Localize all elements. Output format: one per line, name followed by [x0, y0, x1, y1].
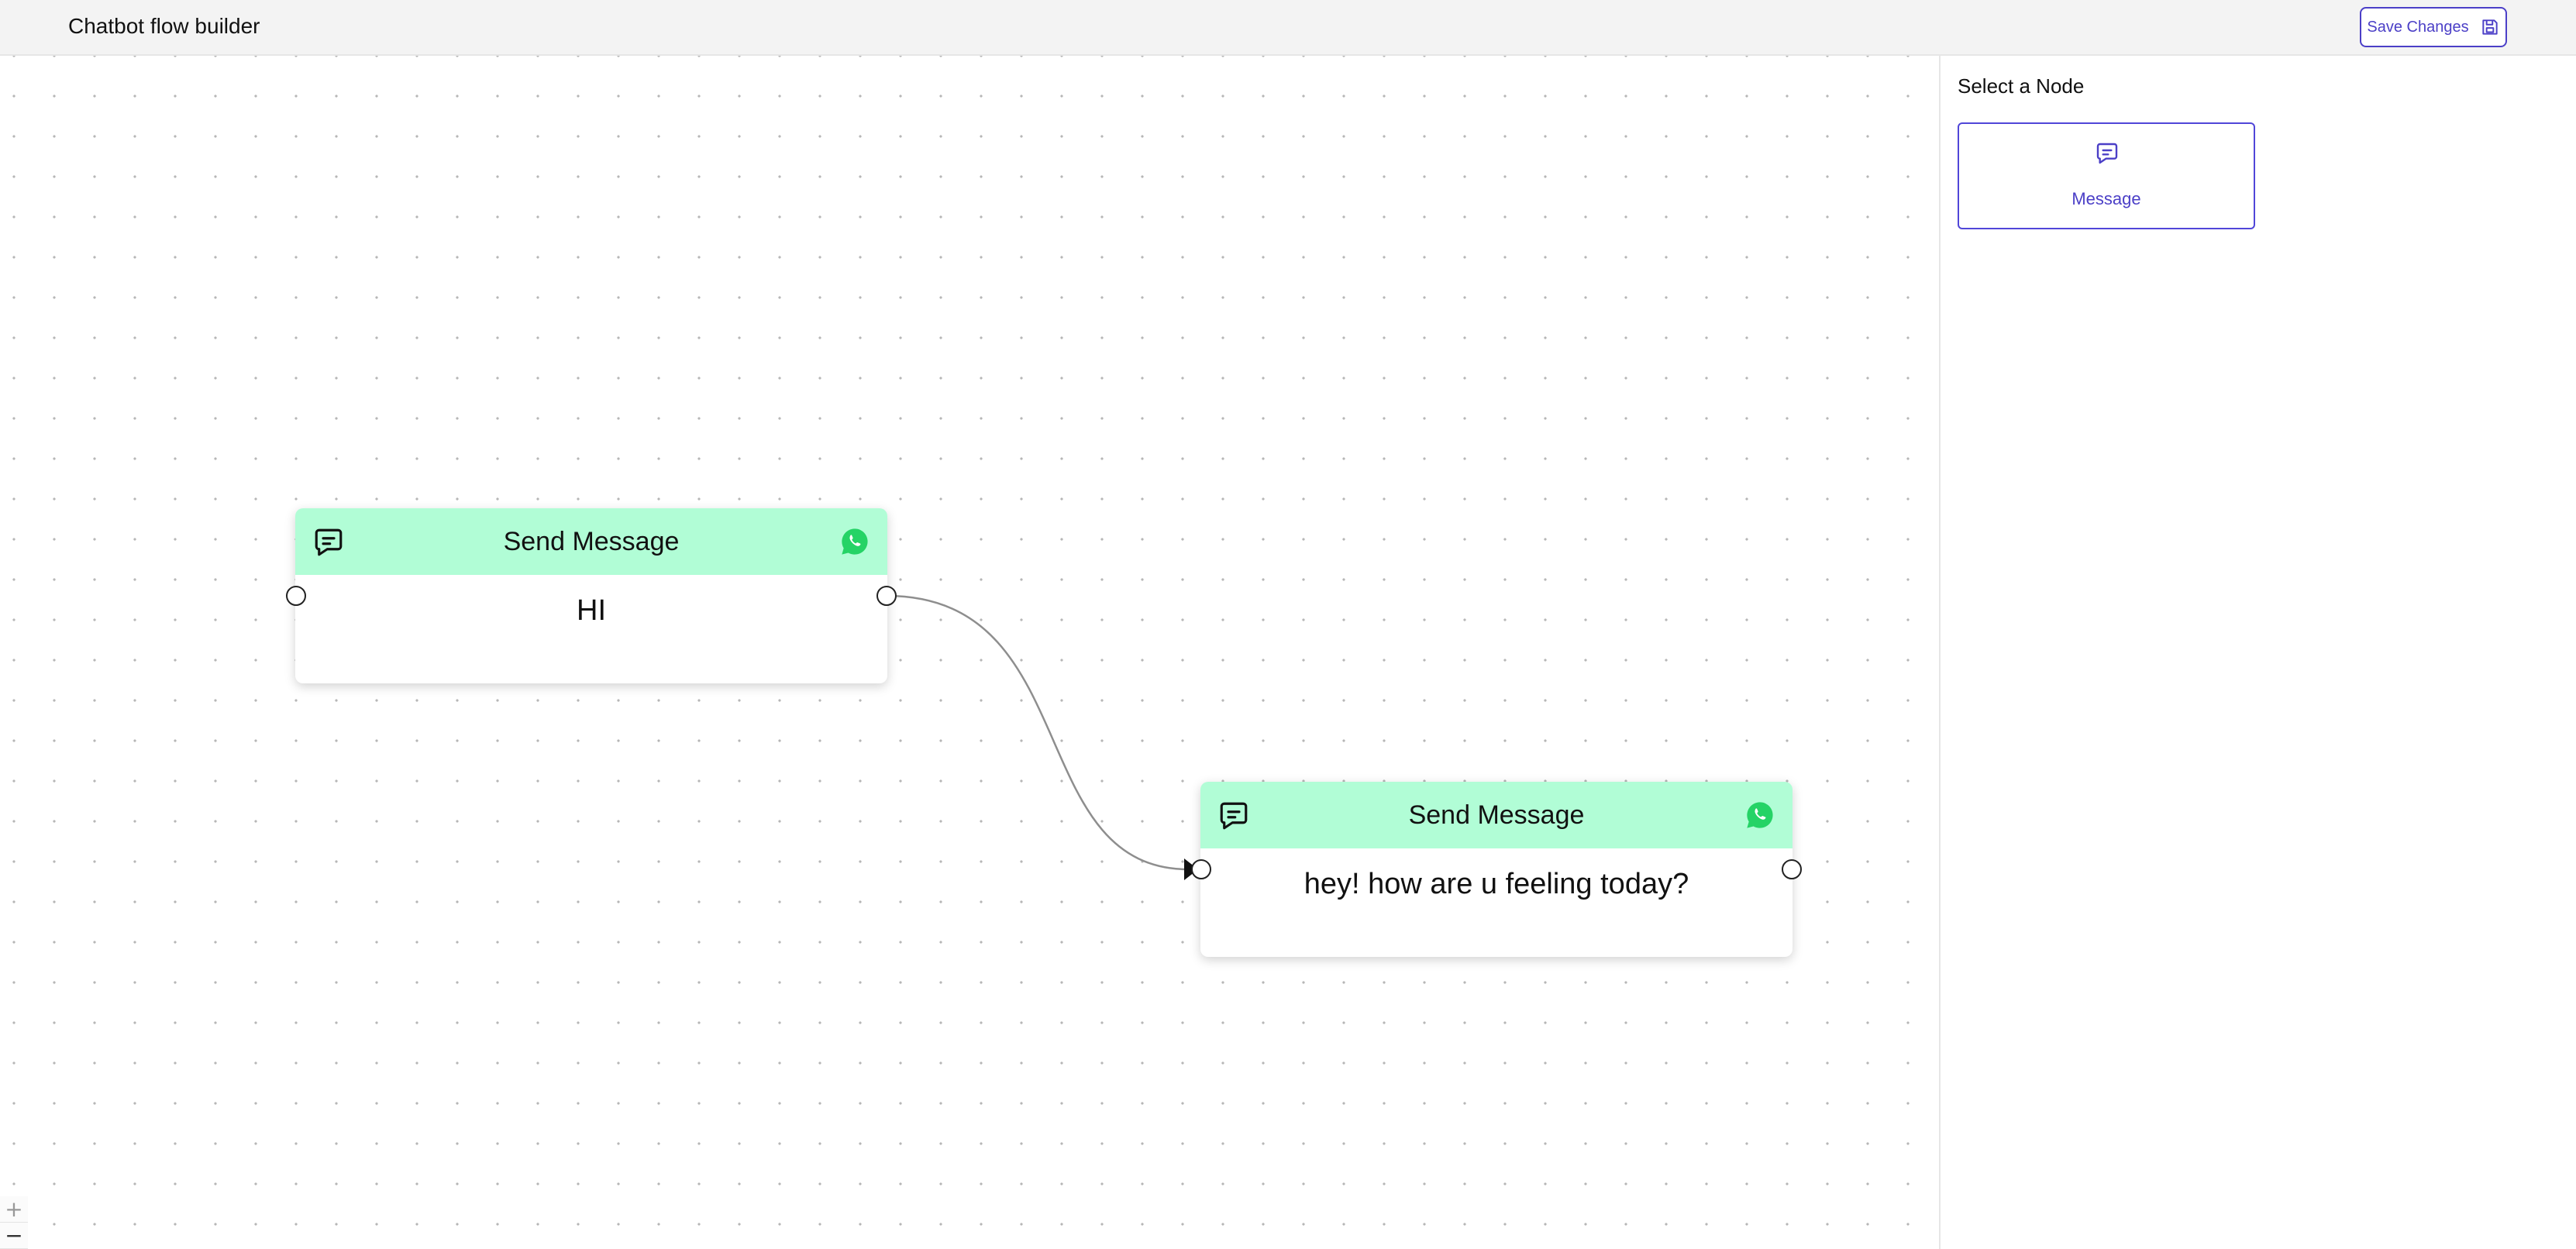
save-changes-button[interactable]: Save Changes: [2360, 7, 2507, 47]
zoom-out-button[interactable]: −: [0, 1223, 28, 1249]
zoom-in-button[interactable]: +: [0, 1196, 28, 1223]
message-node-option-label: Message: [2071, 189, 2141, 208]
node-header: Send Message: [295, 508, 887, 575]
nodes-panel: Select a Node Message: [1939, 56, 2576, 1249]
whatsapp-icon: [842, 528, 868, 555]
zoom-controls: + −: [0, 1196, 28, 1249]
top-bar: Chatbot flow builder Save Changes: [0, 0, 2576, 56]
save-icon: [2481, 19, 2498, 35]
message-node[interactable]: Send Message HI: [295, 508, 887, 683]
edge-node1-node2[interactable]: [886, 594, 1190, 871]
node-header: Send Message: [1200, 782, 1793, 848]
node-title: Send Message: [503, 527, 680, 556]
message-node[interactable]: Send Message hey! how are u feeling toda…: [1200, 782, 1793, 957]
save-changes-label: Save Changes: [2367, 18, 2469, 36]
message-icon: [1220, 802, 1248, 830]
message-icon: [315, 528, 343, 556]
node2-source-handle[interactable]: [1782, 859, 1802, 879]
panel-title: Select a Node: [1958, 74, 2085, 98]
app-title: Chatbot flow builder: [68, 14, 260, 38]
node2-target-handle[interactable]: [1191, 859, 1211, 879]
node-message-text: hey! how are u feeling today?: [1303, 868, 1689, 900]
node-message-text: HI: [577, 594, 606, 627]
node1-target-handle[interactable]: [286, 586, 306, 606]
edges-layer: [886, 594, 1198, 880]
whatsapp-icon: [1747, 802, 1773, 828]
flow-canvas[interactable]: Send Message HI Send Message hey! how ar…: [0, 56, 1939, 1249]
node-title: Send Message: [1408, 800, 1585, 830]
message-node-option[interactable]: Message: [1958, 122, 2255, 229]
node1-source-handle[interactable]: [876, 586, 897, 606]
message-icon: [2096, 143, 2118, 164]
